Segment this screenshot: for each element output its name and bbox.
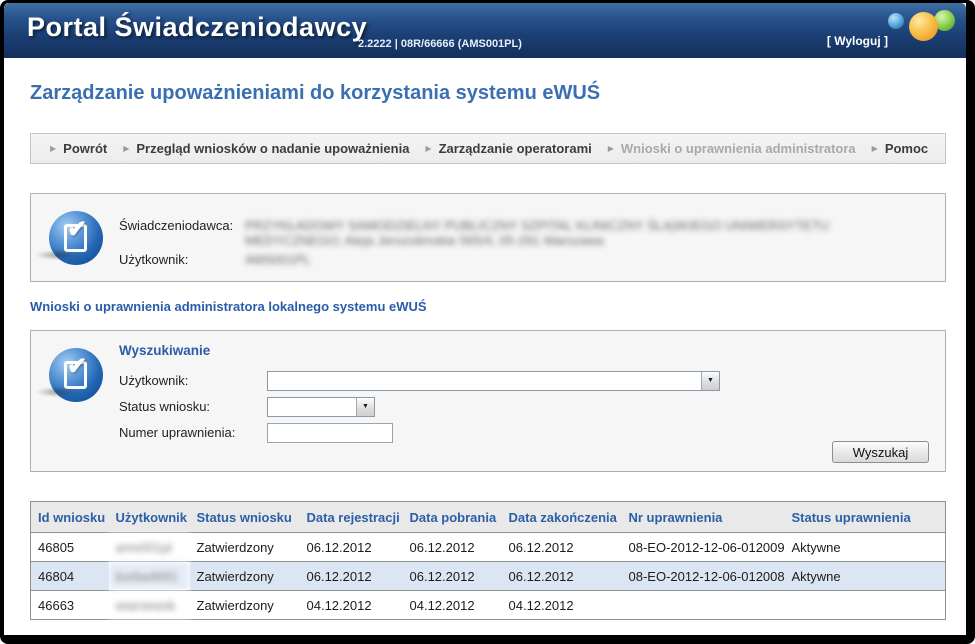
- cell-data-pobrania: 06.12.2012: [403, 533, 502, 562]
- provider-info-area: Świadczeniodawca: PRZYKŁADOWY SAMODZIELN…: [119, 194, 945, 281]
- number-input[interactable]: [267, 423, 393, 443]
- cell-data-pobrania: 06.12.2012: [403, 562, 502, 591]
- breadcrumb-link-zarzadzanie-operatorami[interactable]: Zarządzanie operatorami: [439, 141, 592, 156]
- breadcrumb-arrow-icon: ▶: [50, 145, 56, 153]
- provider-label: Świadczeniodawca:: [119, 218, 241, 248]
- user-combobox-input[interactable]: [268, 372, 701, 390]
- search-icon-box: ✔: [31, 331, 119, 471]
- search-number-label: Numer uprawnienia:: [119, 425, 267, 440]
- search-user-label: Użytkownik:: [119, 373, 267, 388]
- icon-shadow: [35, 387, 81, 397]
- breadcrumb-item-przeglad-wnioskow[interactable]: ▶ Przegląd wniosków o nadanie upoważnien…: [123, 141, 409, 156]
- cell-status-uprawnienia: [785, 591, 946, 620]
- breadcrumb-item-wnioski-administratora: ▶ Wnioski o uprawnienia administratora: [608, 141, 856, 156]
- section-heading: Wnioski o uprawnienia administratora lok…: [30, 299, 427, 314]
- chevron-down-icon[interactable]: ▼: [701, 372, 719, 390]
- table-header-row: Id wniosku Użytkownik Status wniosku Dat…: [31, 502, 946, 533]
- cell-data-pobrania: 04.12.2012: [403, 591, 502, 620]
- cell-id: 46663: [31, 591, 109, 620]
- column-header-uzytkownik: Użytkownik: [109, 502, 190, 533]
- provider-icon-box: ✔: [31, 194, 119, 281]
- page-title: Zarządzanie upoważnieniami do korzystani…: [30, 82, 600, 105]
- user-label: Użytkownik:: [119, 252, 241, 267]
- table-row[interactable]: 46663 wiarsewsk Zatwierdzony 04.12.2012 …: [31, 591, 946, 620]
- cell-status-uprawnienia: Aktywne: [785, 562, 946, 591]
- app-header: Portal Świadczeniodawcy 2.2222 | 08R/666…: [4, 3, 966, 58]
- column-header-data-zakonczenia: Data zakończenia: [502, 502, 622, 533]
- cell-status: Zatwierdzony: [190, 591, 300, 620]
- user-combobox[interactable]: ▼: [267, 371, 720, 391]
- cell-data-zakonczenia: 06.12.2012: [502, 533, 622, 562]
- cell-status-uprawnienia: Aktywne: [785, 533, 946, 562]
- search-status-label: Status wniosku:: [119, 399, 267, 414]
- table-row[interactable]: 46805 ams001pl Zatwierdzony 06.12.2012 0…: [31, 533, 946, 562]
- search-panel: ✔ Wyszukiwanie Użytkownik: ▼ Status wnio…: [30, 330, 946, 472]
- cell-status: Zatwierdzony: [190, 562, 300, 591]
- portal-page: Portal Świadczeniodawcy 2.2222 | 08R/666…: [0, 0, 975, 644]
- column-header-nr-uprawnienia: Nr uprawnienia: [622, 502, 785, 533]
- version-info: 2.2222 | 08R/66666 (AMS001PL): [358, 38, 522, 50]
- table-row-selected[interactable]: 46804 burba4691 Zatwierdzony 06.12.2012 …: [31, 562, 946, 591]
- breadcrumb-item-pomoc[interactable]: ▶ Pomoc: [872, 141, 929, 156]
- decor-ball-orange-icon: [909, 12, 938, 41]
- breadcrumb-link-przeglad-wnioskow[interactable]: Przegląd wniosków o nadanie upoważnienia: [136, 141, 409, 156]
- breadcrumb-arrow-icon: ▶: [608, 145, 614, 153]
- icon-shadow: [35, 250, 81, 260]
- chevron-down-icon[interactable]: ▼: [356, 398, 374, 416]
- cell-user-redacted: wiarsewsk: [109, 591, 190, 620]
- status-combobox-input[interactable]: [268, 398, 356, 416]
- cell-data-zakonczenia: 04.12.2012: [502, 591, 622, 620]
- search-status-row: Status wniosku: ▼: [119, 395, 945, 418]
- app-title: Portal Świadczeniodawcy: [27, 12, 367, 43]
- cell-data-rejestracji: 06.12.2012: [300, 533, 403, 562]
- search-button[interactable]: Wyszukaj: [832, 441, 929, 463]
- column-header-data-pobrania: Data pobrania: [403, 502, 502, 533]
- cell-user-redacted: ams001pl: [109, 533, 190, 562]
- user-value-redacted: AMS001PL: [245, 252, 925, 267]
- breadcrumb-link-powrot[interactable]: Powrót: [63, 141, 107, 156]
- check-mark-glyph: ✔: [67, 355, 87, 379]
- cell-nr-uprawnienia: [622, 591, 785, 620]
- logout-link[interactable]: [ Wyloguj ]: [827, 34, 888, 48]
- cell-data-rejestracji: 06.12.2012: [300, 562, 403, 591]
- search-form: Wyszukiwanie Użytkownik: ▼ Status wniosk…: [119, 331, 945, 471]
- cell-id: 46804: [31, 562, 109, 591]
- column-header-status-uprawnienia: Status uprawnienia: [785, 502, 946, 533]
- breadcrumb: ▶ Powrót ▶ Przegląd wniosków o nadanie u…: [30, 133, 946, 164]
- results-table: Id wniosku Użytkownik Status wniosku Dat…: [30, 501, 946, 620]
- breadcrumb-arrow-icon: ▶: [123, 145, 129, 153]
- breadcrumb-arrow-icon: ▶: [425, 145, 431, 153]
- breadcrumb-link-pomoc[interactable]: Pomoc: [885, 141, 928, 156]
- search-heading: Wyszukiwanie: [119, 343, 945, 358]
- column-header-data-rejestracji: Data rejestracji: [300, 502, 403, 533]
- cell-data-zakonczenia: 06.12.2012: [502, 562, 622, 591]
- search-number-row: Numer uprawnienia:: [119, 421, 945, 444]
- cell-data-rejestracji: 04.12.2012: [300, 591, 403, 620]
- column-header-id-wniosku: Id wniosku: [31, 502, 109, 533]
- check-mark-glyph: ✔: [67, 218, 87, 242]
- cell-id: 46805: [31, 533, 109, 562]
- breadcrumb-arrow-icon: ▶: [872, 145, 878, 153]
- cell-status: Zatwierdzony: [190, 533, 300, 562]
- search-user-row: Użytkownik: ▼: [119, 369, 945, 392]
- cell-user-redacted: burba4691: [109, 562, 190, 591]
- decor-ball-blue-icon: [888, 13, 904, 29]
- cell-nr-uprawnienia: 08-EO-2012-12-06-012008: [622, 562, 785, 591]
- column-header-status-wniosku: Status wniosku: [190, 502, 300, 533]
- provider-value-redacted: PRZYKŁADOWY SAMODZIELNY PUBLICZNY SZPITA…: [245, 218, 925, 248]
- status-combobox[interactable]: ▼: [267, 397, 375, 417]
- cell-nr-uprawnienia: 08-EO-2012-12-06-012009: [622, 533, 785, 562]
- provider-info-panel: ✔ Świadczeniodawca: PRZYKŁADOWY SAMODZIE…: [30, 193, 946, 282]
- breadcrumb-item-zarzadzanie-operatorami[interactable]: ▶ Zarządzanie operatorami: [425, 141, 591, 156]
- breadcrumb-current-wnioski-administratora: Wnioski o uprawnienia administratora: [621, 141, 856, 156]
- breadcrumb-item-powrot[interactable]: ▶ Powrót: [50, 141, 107, 156]
